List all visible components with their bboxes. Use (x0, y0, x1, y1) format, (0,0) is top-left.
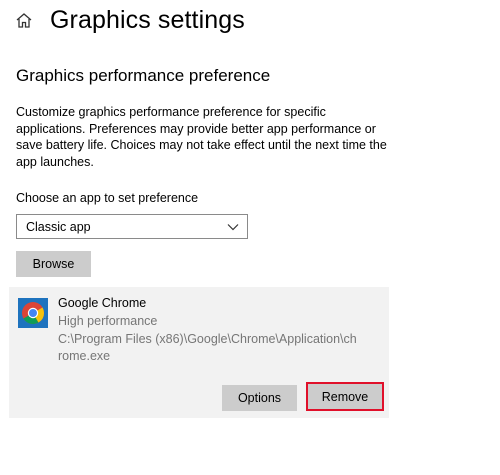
app-type-selected-value: Classic app (26, 219, 91, 234)
page-title: Graphics settings (50, 6, 245, 34)
app-preference: High performance (58, 314, 158, 328)
home-icon[interactable] (14, 11, 34, 31)
choose-app-label: Choose an app to set preference (16, 191, 199, 205)
remove-button[interactable]: Remove (306, 382, 384, 411)
section-title: Graphics performance preference (16, 66, 271, 85)
chrome-icon (18, 298, 48, 328)
header: Graphics settings (14, 6, 245, 35)
options-button[interactable]: Options (222, 385, 297, 411)
section-description: Customize graphics performance preferenc… (16, 105, 387, 169)
browse-button[interactable]: Browse (16, 251, 91, 277)
app-name: Google Chrome (58, 296, 147, 310)
app-list-item[interactable]: Google Chrome High performance C:\Progra… (9, 287, 389, 418)
app-type-dropdown[interactable]: Classic app (16, 214, 248, 239)
chevron-down-icon (227, 223, 239, 230)
graphics-settings-page: Graphics settings Graphics performance p… (0, 0, 500, 475)
app-path: C:\Program Files (x86)\Google\Chrome\App… (58, 332, 357, 363)
